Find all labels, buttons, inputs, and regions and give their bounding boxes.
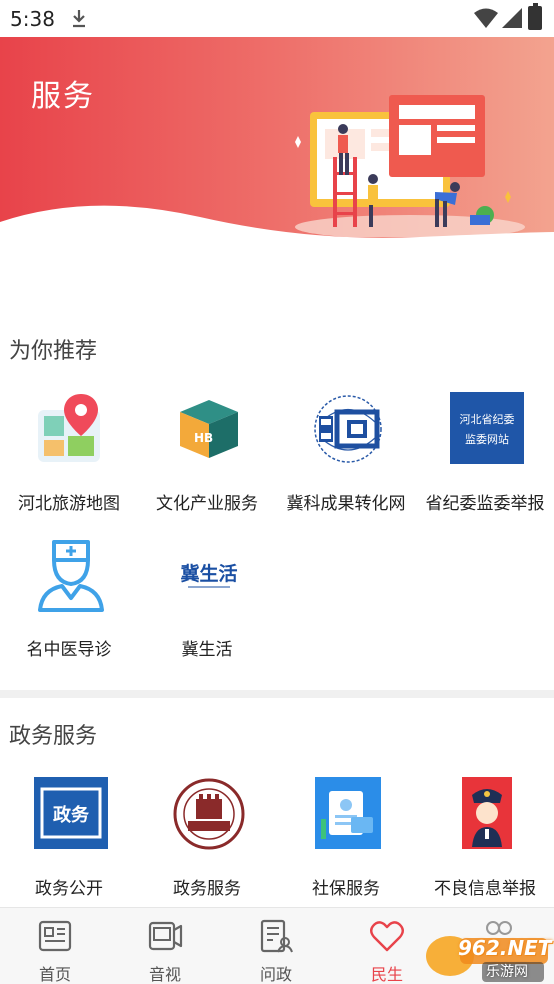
svg-text:河北省纪委: 河北省纪委 xyxy=(460,413,515,426)
gov-item-social-security[interactable]: 社保服务 xyxy=(277,777,415,907)
svg-text:冀生活: 冀生活 xyxy=(180,562,237,585)
service-label: 河北旅游地图 xyxy=(18,494,120,514)
nav-tab-inquiry[interactable]: 问政 xyxy=(221,908,331,984)
status-time: 5:38 xyxy=(10,7,55,31)
cube-icon: HB xyxy=(180,400,238,458)
gov-open-icon: 政务 xyxy=(34,777,108,849)
service-label: 省纪委监委举报 xyxy=(425,494,545,514)
doctor-icon xyxy=(38,540,104,612)
nav-label: 音视 xyxy=(148,965,181,984)
service-label: 冀科成果转化网 xyxy=(286,494,406,514)
heart-icon xyxy=(370,921,404,952)
status-bar: 5:38 xyxy=(0,0,554,37)
discipline-site-icon: 河北省纪委 监委网站 xyxy=(450,392,524,464)
question-icon xyxy=(260,919,293,953)
watermark-brand: 962.NET xyxy=(458,936,552,960)
battery-icon xyxy=(528,3,542,30)
watermark-sub: 乐游网 xyxy=(486,964,528,980)
section-title-recommend: 为你推荐 xyxy=(9,339,98,364)
service-banner: 服务 xyxy=(0,37,554,247)
service-label: 社保服务 xyxy=(312,879,380,899)
service-label: 冀生活 xyxy=(181,640,233,660)
svg-text:HB: HB xyxy=(194,431,213,445)
service-item-discipline-report[interactable]: 河北省纪委 监委网站 省纪委监委举报 xyxy=(416,392,554,522)
news-icon xyxy=(38,920,72,952)
service-item-famous-tcm-guide[interactable]: 名中医导诊 xyxy=(0,538,138,668)
social-security-icon xyxy=(315,777,381,849)
police-report-icon xyxy=(462,777,512,849)
signal-icon xyxy=(502,8,522,28)
service-item-hebei-travel-map[interactable]: 河北旅游地图 xyxy=(0,392,138,522)
video-icon xyxy=(148,921,183,951)
nav-tab-home[interactable]: 首页 xyxy=(0,908,110,984)
page-title: 服务 xyxy=(31,79,95,114)
section-title-gov-service: 政务服务 xyxy=(9,724,98,749)
service-item-ji-tech-transfer[interactable]: 冀科成果转化网 xyxy=(277,392,415,522)
service-item-ji-life[interactable]: 冀生活 冀生活 xyxy=(138,538,276,668)
service-label: 政务公开 xyxy=(35,879,103,899)
service-item-culture-industry[interactable]: HB 文化产业服务 xyxy=(138,392,276,522)
gov-item-gov-service[interactable]: 政务服务 xyxy=(138,777,276,907)
banner-wave xyxy=(0,205,554,247)
section-divider xyxy=(0,690,554,698)
nav-label: 问政 xyxy=(259,965,292,984)
service-label: 不良信息举报 xyxy=(434,879,536,899)
service-label: 名中医导诊 xyxy=(26,640,112,660)
wifi-icon xyxy=(474,8,498,28)
download-icon xyxy=(73,10,85,28)
svg-text:监委网站: 监委网站 xyxy=(465,432,509,446)
svg-text:政务: 政务 xyxy=(53,804,90,826)
ji-life-logo-icon: 冀生活 xyxy=(180,562,238,588)
globe-logo-icon xyxy=(314,395,382,463)
great-wall-seal-icon xyxy=(173,778,245,850)
gov-item-open-affairs[interactable]: 政务 政务公开 xyxy=(0,777,138,907)
map-pin-icon xyxy=(38,394,100,462)
nav-tab-video[interactable]: 音视 xyxy=(110,908,220,984)
service-label: 文化产业服务 xyxy=(156,494,258,514)
gov-item-bad-info-report[interactable]: 不良信息举报 xyxy=(416,777,554,907)
nav-label: 首页 xyxy=(38,965,71,984)
service-label: 政务服务 xyxy=(173,879,241,899)
